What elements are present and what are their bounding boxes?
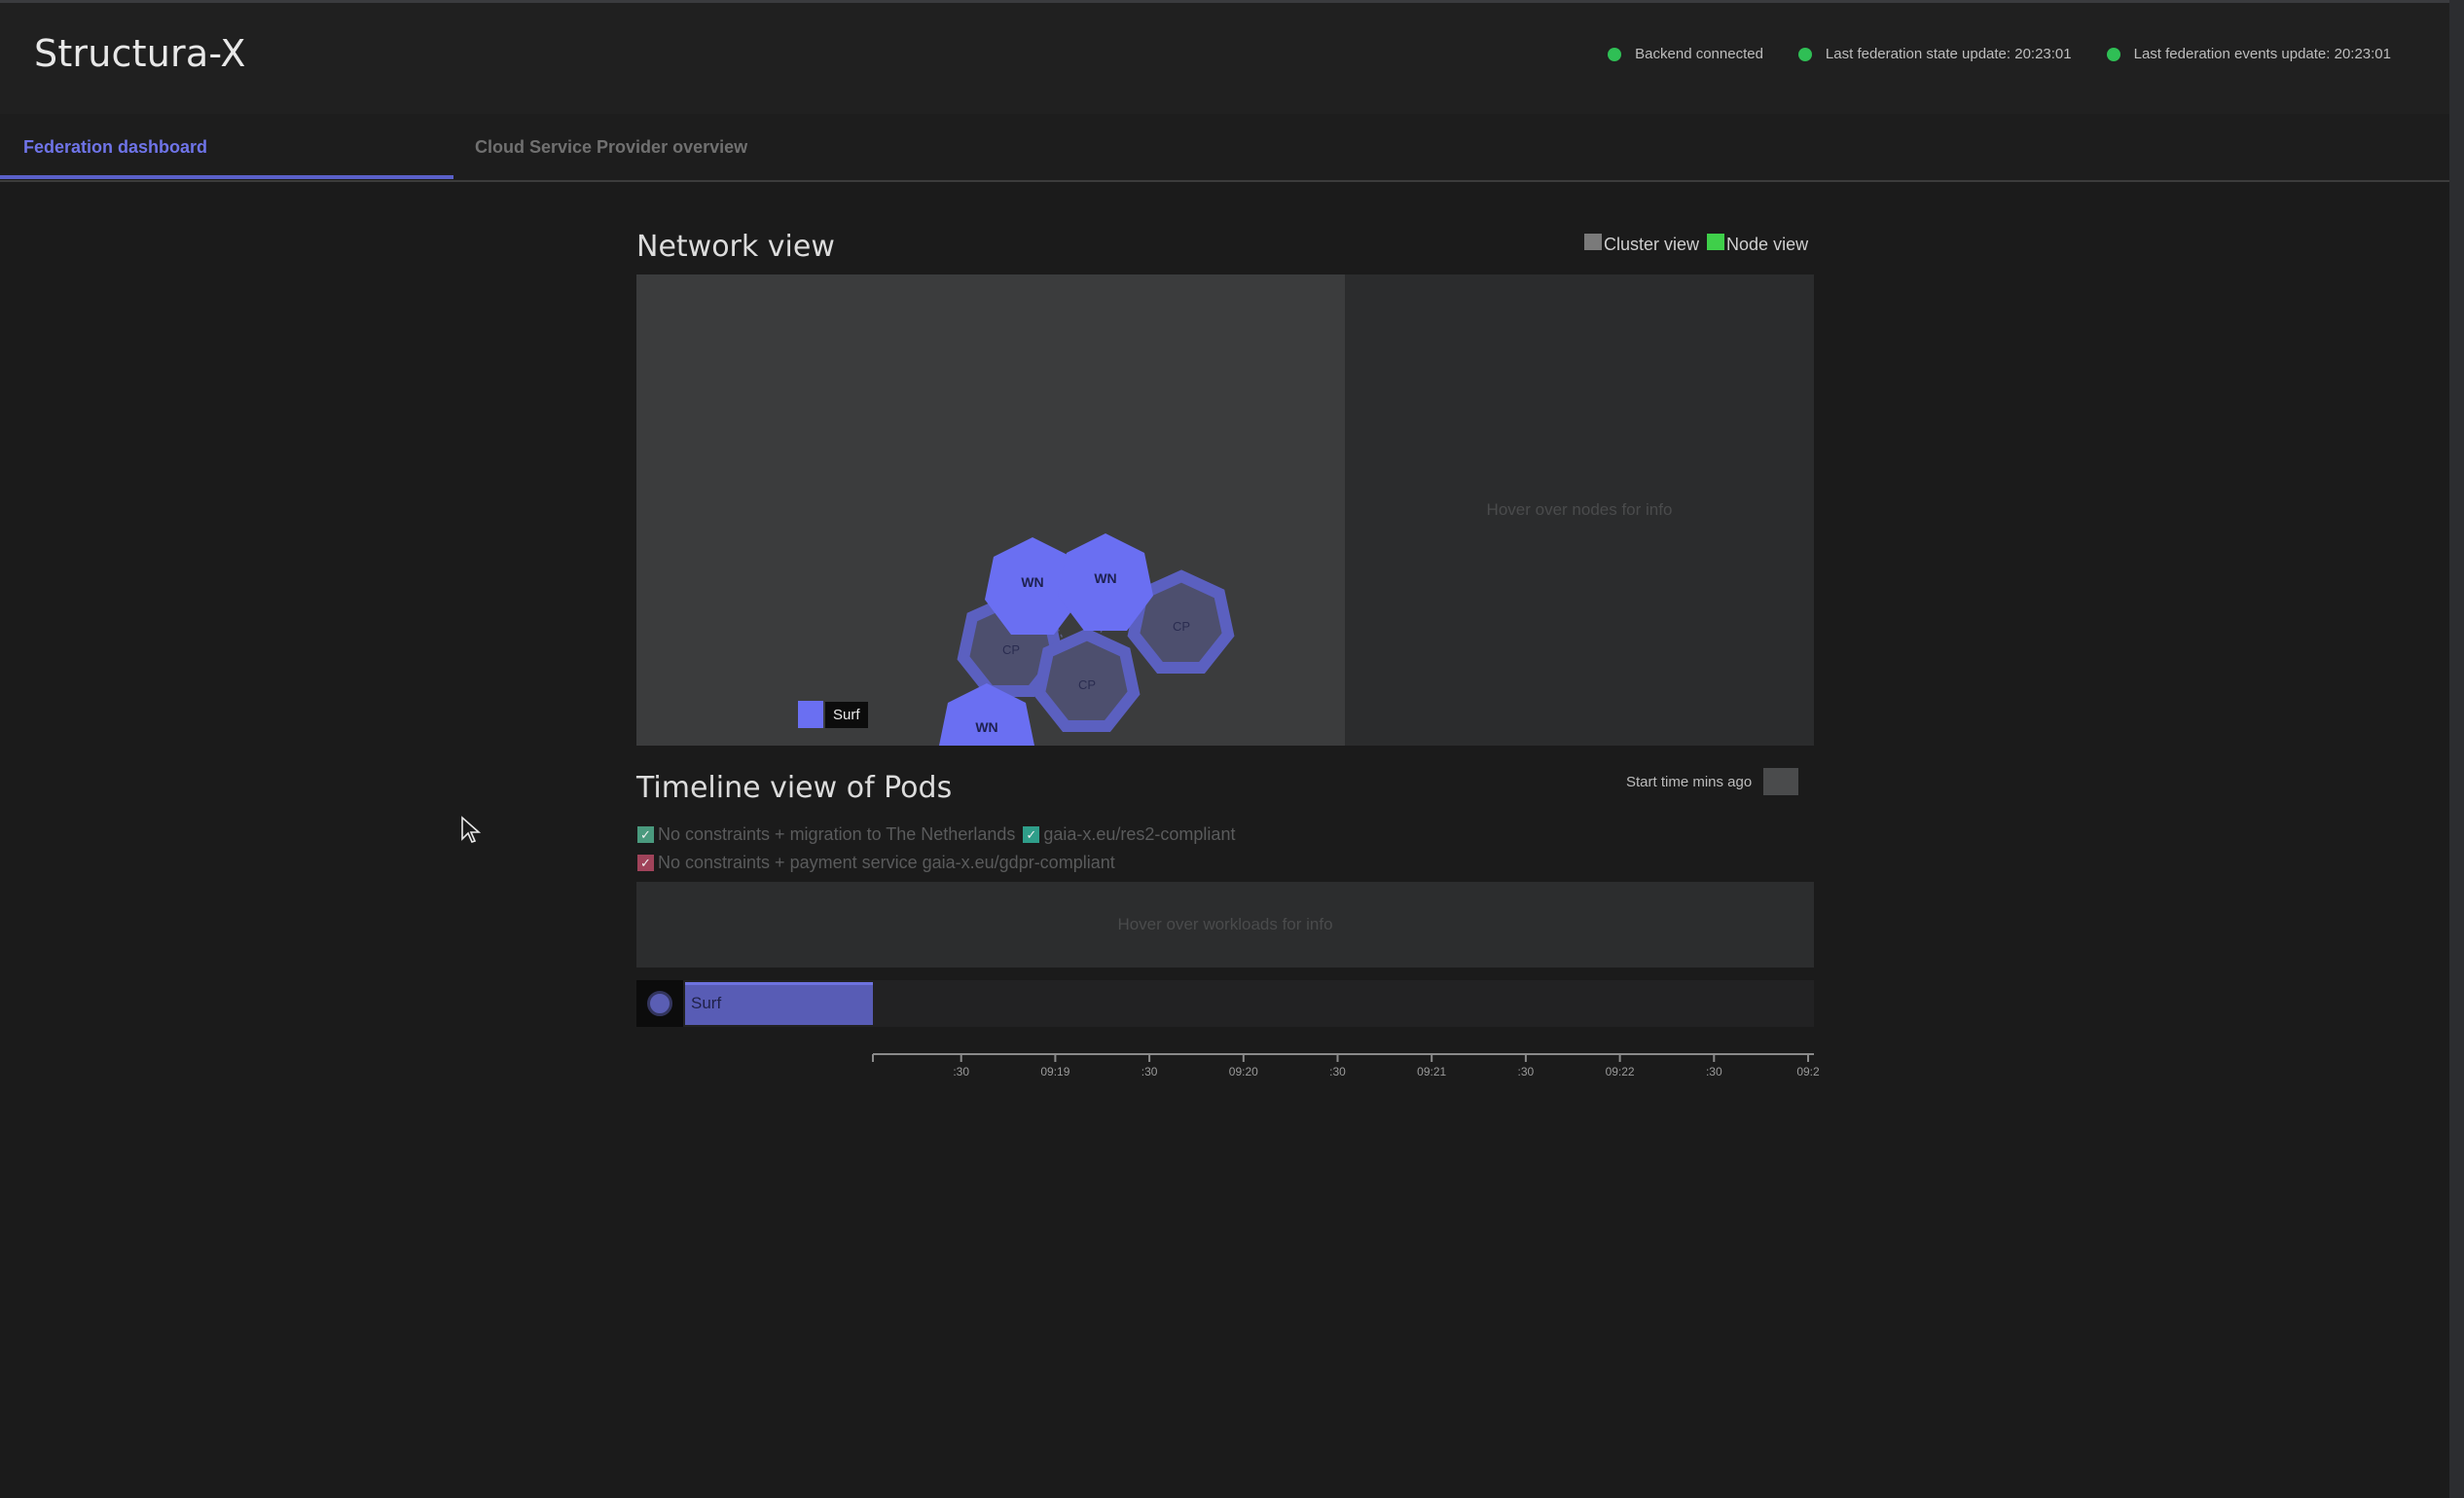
constraint-row: ✓ No constraints + payment service gaia-… (637, 849, 1235, 877)
cluster-view-label: Cluster view (1604, 235, 1700, 254)
axis-tick-label: :30 (953, 1065, 969, 1078)
node-cp-label: CP (1002, 642, 1020, 657)
status-events-update: Last federation events update: 20:23:01 (2106, 46, 2391, 62)
cluster-circle-icon (647, 991, 672, 1016)
workload-info-placeholder: Hover over workloads for info (1117, 915, 1333, 933)
axis-tick-label: 09:19 (1040, 1065, 1069, 1078)
status-bar: Backend connected Last federation state … (1608, 46, 2391, 62)
active-tab-indicator (0, 175, 453, 179)
node-view-label: Node view (1726, 235, 1809, 254)
network-view-title: Network view (636, 230, 835, 264)
status-backend: Backend connected (1608, 46, 1763, 62)
node-info-placeholder: Hover over nodes for info (1486, 500, 1673, 519)
constraint-row: ✓ No constraints + migration to The Neth… (637, 821, 1235, 849)
start-time-control: Start time mins ago (1626, 768, 1799, 795)
node-cp[interactable]: CP (1033, 628, 1141, 732)
constraint-label: gaia-x.eu/res2-compliant (1043, 824, 1236, 844)
tab-bar: Federation dashboard Cloud Service Provi… (0, 114, 2449, 182)
network-graph-panel[interactable]: CP CP CP WN WN WN (636, 274, 1345, 746)
node-view-checkbox[interactable] (1707, 234, 1725, 250)
app-title: Structura-X (34, 32, 246, 75)
status-state-update: Last federation state update: 20:23:01 (1797, 46, 2072, 62)
start-time-input[interactable] (1763, 768, 1799, 795)
axis-tick-label: 09:22 (1606, 1065, 1635, 1078)
checkbox-checked-icon[interactable]: ✓ (637, 855, 654, 871)
axis-tick-label: :30 (1329, 1065, 1346, 1078)
row-icon-cell (636, 980, 683, 1027)
node-wn-label: WN (975, 719, 997, 735)
axis-tick-label: 09:2 (1796, 1065, 1820, 1078)
axis-tick-label: :30 (1518, 1065, 1535, 1078)
axis-tick-label: 09:20 (1229, 1065, 1258, 1078)
workload-info-panel: Hover over workloads for info (636, 882, 1814, 968)
scrollbar-track[interactable] (2449, 0, 2464, 1498)
node-info-panel: Hover over nodes for info (1345, 274, 1814, 746)
status-dot-icon (1797, 47, 1812, 61)
legend-label: Surf (825, 701, 868, 728)
node-wn-label: WN (1094, 570, 1116, 586)
start-time-label: Start time mins ago (1626, 773, 1753, 790)
status-backend-label: Backend connected (1635, 46, 1763, 62)
node-cp-label: CP (1078, 677, 1096, 692)
checkbox-checked-icon[interactable]: ✓ (637, 826, 654, 843)
status-state-update-label: Last federation state update: 20:23:01 (1825, 46, 2072, 62)
tab-federation-dashboard[interactable]: Federation dashboard (23, 114, 207, 180)
axis-tick-label: :30 (1141, 1065, 1158, 1078)
network-graph[interactable]: CP CP CP WN WN WN (636, 274, 1345, 746)
node-wn-label: WN (1021, 574, 1043, 590)
toggle-cluster-view[interactable]: Cluster view (1584, 234, 1699, 255)
checkbox-checked-icon[interactable]: ✓ (1023, 826, 1040, 843)
tab-csp-overview[interactable]: Cloud Service Provider overview (475, 114, 747, 180)
node-cp-label: CP (1173, 619, 1190, 634)
pod-timeline-bar[interactable]: Surf (685, 982, 873, 1025)
axis-tick-label: :30 (1706, 1065, 1722, 1078)
cluster-view-checkbox[interactable] (1584, 234, 1602, 250)
timeline-title: Timeline view of Pods (636, 771, 953, 805)
constraint-label: No constraints + payment service gaia-x.… (658, 853, 1115, 872)
toggle-node-view[interactable]: Node view (1707, 234, 1808, 255)
timeline-row[interactable]: Surf (636, 980, 1814, 1027)
network-legend: Surf (798, 701, 868, 728)
app-window: Structura-X Backend connected Last feder… (0, 0, 2464, 1498)
status-dot-icon (1608, 47, 1622, 61)
constraint-filter-list: ✓ No constraints + migration to The Neth… (637, 821, 1235, 877)
mouse-cursor-icon (461, 816, 482, 843)
app-header: Structura-X Backend connected Last feder… (0, 3, 2449, 114)
constraint-label: No constraints + migration to The Nether… (658, 824, 1016, 844)
axis-tick-label: 09:21 (1417, 1065, 1446, 1078)
timeline-axis: :30 09:19 :30 09:20 :30 09:21 :30 09:22 :30 09:2 (872, 1053, 1820, 1078)
status-dot-icon (2106, 47, 2120, 61)
legend-swatch (798, 701, 823, 728)
view-toggle: Cluster view Node view (1584, 234, 1808, 255)
status-events-update-label: Last federation events update: 20:23:01 (2133, 46, 2391, 62)
